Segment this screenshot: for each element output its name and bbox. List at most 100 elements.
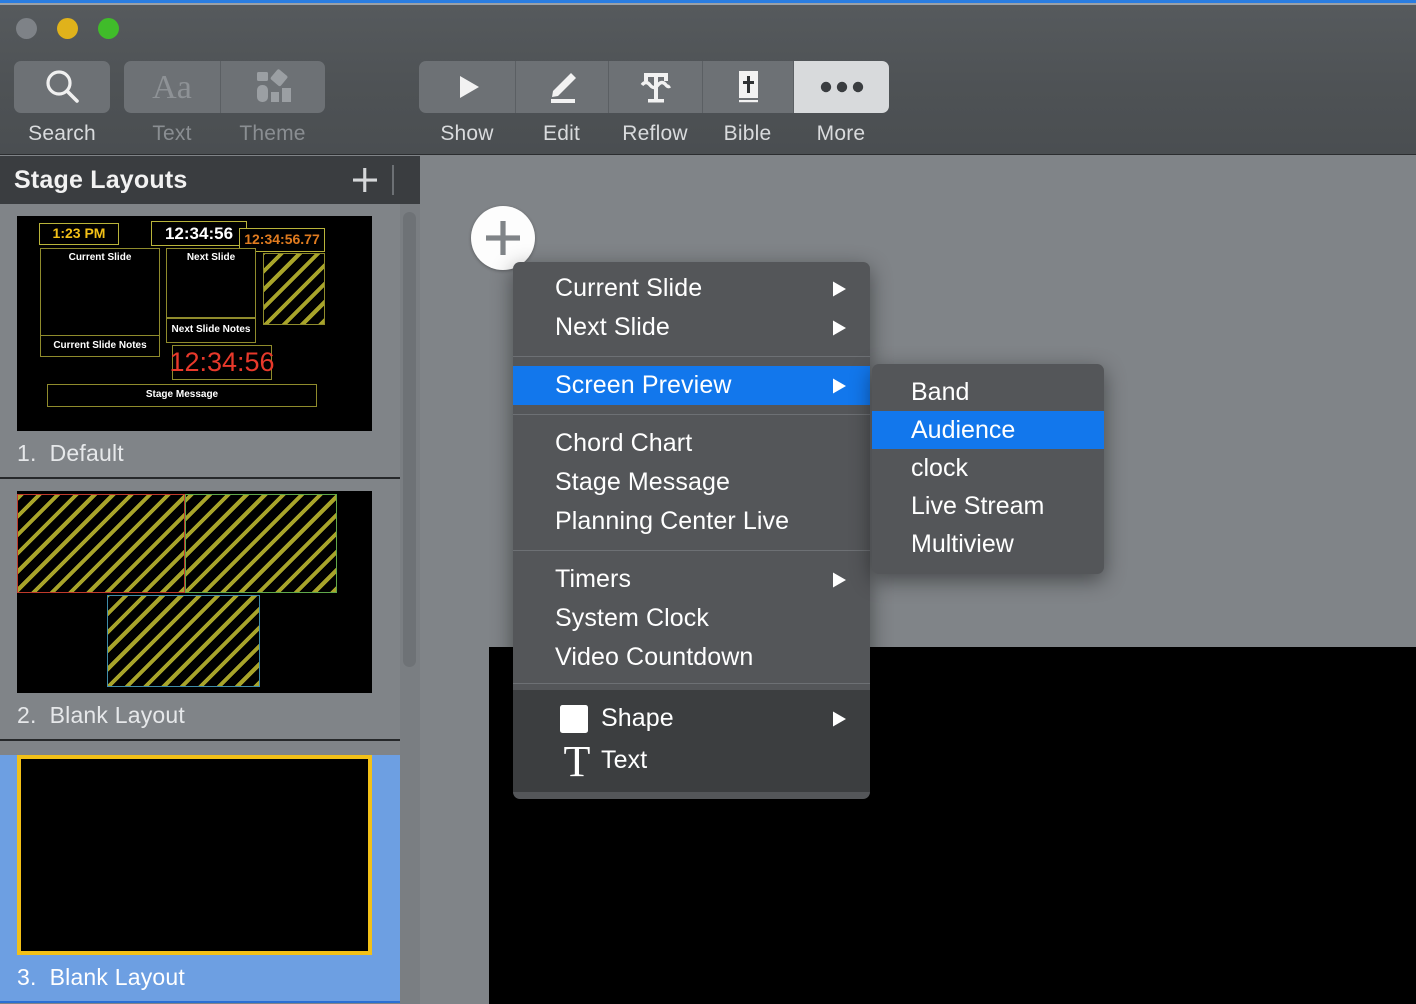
bible-button[interactable] — [702, 61, 793, 113]
menu-item-timers[interactable]: Timers — [513, 560, 870, 599]
menu-item-planning-center-live[interactable]: Planning Center Live — [513, 502, 870, 541]
menu-item-label: Video Countdown — [555, 643, 754, 671]
layout-thumbnail: 1:23 PM 12:34:56 12:34:56.77 Current Sli… — [17, 216, 372, 431]
menu-separator — [513, 414, 870, 415]
more-button[interactable] — [793, 61, 889, 113]
layout-thumbnail — [17, 491, 372, 693]
submenu-item-audience[interactable]: Audience — [872, 411, 1104, 449]
submenu-item-band[interactable]: Band — [872, 373, 1104, 411]
chevron-right-icon — [831, 570, 848, 589]
zone-hatched — [263, 253, 325, 325]
edit-label: Edit — [543, 122, 580, 145]
show-button[interactable] — [419, 61, 515, 113]
layout-name: 3. Blank Layout — [0, 955, 400, 1001]
pencil-icon — [543, 68, 581, 106]
submenu-item-clock[interactable]: clock — [872, 449, 1104, 487]
chevron-right-icon — [831, 709, 848, 728]
list-item[interactable]: 3. Blank Layout — [0, 755, 400, 1003]
menu-item-label: Stage Message — [555, 468, 731, 496]
zone-label: 12:34:56 — [169, 346, 275, 377]
menu-item-label: Shape — [601, 704, 674, 732]
sidebar-header: Stage Layouts — [0, 156, 420, 204]
theme-label: Theme — [239, 122, 306, 145]
layout-title: Blank Layout — [49, 964, 185, 990]
svg-text:Aa: Aa — [152, 69, 192, 106]
menu-item-next-slide[interactable]: Next Slide — [513, 308, 870, 347]
context-menu[interactable]: Current Slide Next Slide Screen Preview — [513, 262, 870, 799]
menu-separator — [513, 683, 870, 684]
zone-hatched — [107, 595, 260, 687]
ellipsis-icon — [818, 80, 866, 94]
layout-name: 2. Blank Layout — [0, 693, 400, 739]
layout-number: 1. — [17, 440, 37, 466]
text-label: Text — [152, 122, 192, 145]
zone-label: Next Slide — [186, 252, 236, 263]
stage-layouts-sidebar: Stage Layouts 1:23 PM 12:34:56 12:34:56.… — [0, 156, 420, 1004]
submenu-item-live-stream[interactable]: Live Stream — [872, 487, 1104, 525]
menu-item-shape[interactable]: Shape — [513, 699, 870, 738]
traffic-lights — [16, 18, 119, 39]
submenu-item-label: Live Stream — [911, 491, 1045, 520]
sidebar-scrollbar-thumb[interactable] — [403, 212, 416, 667]
edit-button[interactable] — [515, 61, 608, 113]
search-icon — [41, 66, 83, 108]
toolbar-right-group: Show Edit Reflow Bible More — [419, 61, 889, 146]
zone-label: 12:34:56.77 — [244, 231, 320, 248]
search-label: Search — [28, 122, 96, 145]
text-format-icon: Aa — [145, 67, 199, 107]
menu-item-text[interactable]: T Text — [513, 738, 870, 782]
toolbar-left-group: Search Aa Text Theme — [14, 61, 325, 146]
text-T-icon: T — [559, 739, 595, 781]
screen-preview-submenu[interactable]: Band Audience clock Live Stream Multivie… — [872, 364, 1104, 574]
toolbar-item-search[interactable]: Search — [14, 61, 110, 146]
toolbar: Search Aa Text Theme Show Edit Reflow Bi… — [0, 5, 1416, 155]
reflow-button[interactable] — [608, 61, 702, 113]
reflow-text-icon — [637, 68, 675, 106]
search-button[interactable] — [14, 61, 110, 113]
layout-thumbnail — [17, 755, 372, 955]
menu-group-content: Chord Chart Stage Message Planning Cente… — [513, 424, 870, 541]
menu-separator — [513, 356, 870, 357]
menu-item-label: Text — [601, 745, 648, 774]
zone-label: Current Slide Notes — [53, 339, 147, 351]
zone-label: Next Slide Notes — [171, 324, 251, 336]
list-item[interactable]: 2. Blank Layout — [0, 491, 400, 741]
theme-button[interactable] — [220, 61, 325, 113]
submenu-item-label: Multiview — [911, 529, 1014, 558]
menu-group-screen-preview: Screen Preview — [513, 366, 870, 405]
zone-label: 12:34:56 — [164, 223, 234, 243]
menu-item-chord-chart[interactable]: Chord Chart — [513, 424, 870, 463]
menu-group-time: Timers System Clock Video Countdown — [513, 560, 870, 677]
zone-hatched — [185, 494, 337, 593]
layouts-list[interactable]: 1:23 PM 12:34:56 12:34:56.77 Current Sli… — [0, 204, 400, 1004]
layout-number: 2. — [17, 702, 37, 728]
submenu-item-label: Audience — [911, 415, 1016, 444]
submenu-item-multiview[interactable]: Multiview — [872, 525, 1104, 563]
submenu-item-label: Band — [911, 377, 970, 406]
menu-item-screen-preview[interactable]: Screen Preview — [513, 366, 870, 405]
maximize-window-button[interactable] — [98, 18, 119, 39]
page-title: Stage Layouts — [14, 165, 188, 194]
square-icon — [559, 704, 589, 734]
theme-icon — [251, 67, 295, 107]
bible-icon — [730, 68, 766, 106]
menu-item-stage-message[interactable]: Stage Message — [513, 463, 870, 502]
menu-item-current-slide[interactable]: Current Slide — [513, 269, 870, 308]
list-item[interactable]: 1:23 PM 12:34:56 12:34:56.77 Current Sli… — [0, 216, 400, 479]
menu-item-label: Next Slide — [555, 313, 670, 341]
menu-item-label: System Clock — [555, 604, 710, 632]
layout-name: 1. Default — [0, 431, 400, 477]
zone-hatched — [17, 494, 185, 593]
layout-title: Blank Layout — [49, 702, 185, 728]
menu-item-system-clock[interactable]: System Clock — [513, 599, 870, 638]
add-element-button[interactable] — [471, 206, 535, 270]
sidebar-scrollbar-track[interactable] — [400, 204, 420, 1004]
menu-group-slides: Current Slide Next Slide — [513, 269, 870, 347]
add-layout-button[interactable] — [348, 163, 382, 197]
menu-item-label: Planning Center Live — [555, 507, 790, 535]
menu-item-label: Screen Preview — [555, 371, 732, 399]
minimize-window-button[interactable] — [57, 18, 78, 39]
close-window-button[interactable] — [16, 18, 37, 39]
menu-item-video-countdown[interactable]: Video Countdown — [513, 638, 870, 677]
text-button[interactable]: Aa — [124, 61, 220, 113]
